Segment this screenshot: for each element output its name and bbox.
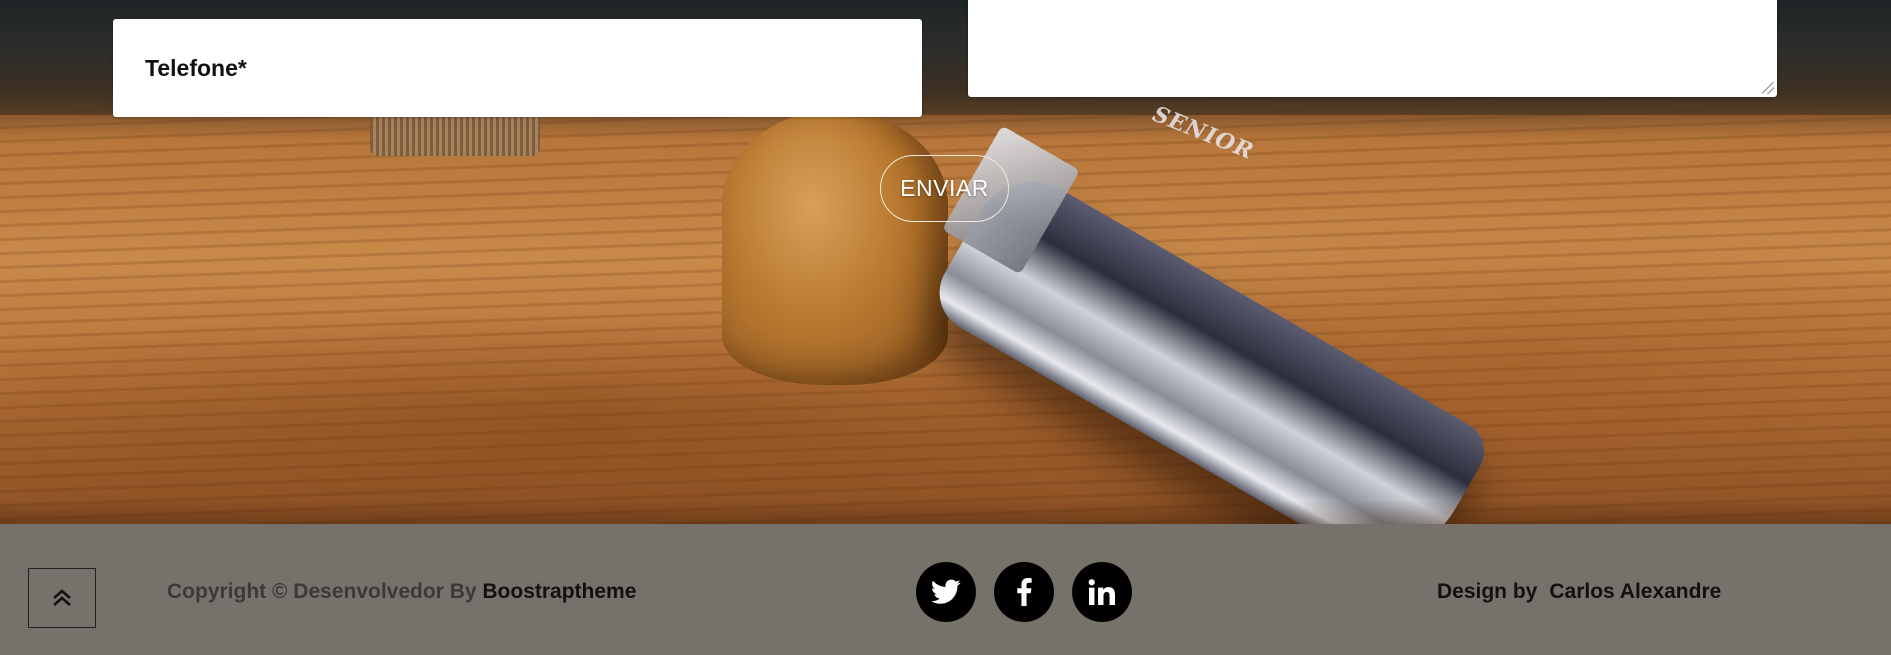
twitter-icon: [931, 579, 961, 604]
section-shadow: [0, 500, 1891, 524]
linkedin-button[interactable]: [1072, 562, 1132, 622]
footer: Copyright © Desenvolvedor By Boostrapthe…: [0, 524, 1891, 655]
facebook-icon: [1017, 578, 1032, 606]
double-chevron-up-icon: [53, 589, 71, 606]
back-to-top-button[interactable]: [28, 568, 96, 628]
phone-input-placeholder: Telefone*: [145, 54, 247, 81]
send-button[interactable]: ENVIAR: [880, 155, 1009, 222]
boostraptheme-link[interactable]: Boostraptheme: [482, 580, 636, 603]
design-credit: Design by Carlos Alexandre: [1437, 580, 1721, 604]
copyright-prefix: Copyright © Desenvolvedor By: [167, 580, 483, 603]
phone-input[interactable]: Telefone*: [113, 19, 922, 117]
message-textarea[interactable]: [968, 0, 1777, 97]
twitter-button[interactable]: [916, 562, 976, 622]
social-links: [916, 562, 1132, 622]
textarea-resize-handle[interactable]: [1762, 82, 1774, 94]
linkedin-icon: [1088, 579, 1115, 605]
facebook-button[interactable]: [994, 562, 1054, 622]
shaving-brush-handle: [722, 110, 948, 385]
copyright-text: Copyright © Desenvolvedor By Boostrapthe…: [167, 580, 636, 604]
designer-name-link[interactable]: Carlos Alexandre: [1549, 580, 1721, 603]
design-by-label: Design by: [1437, 580, 1538, 603]
